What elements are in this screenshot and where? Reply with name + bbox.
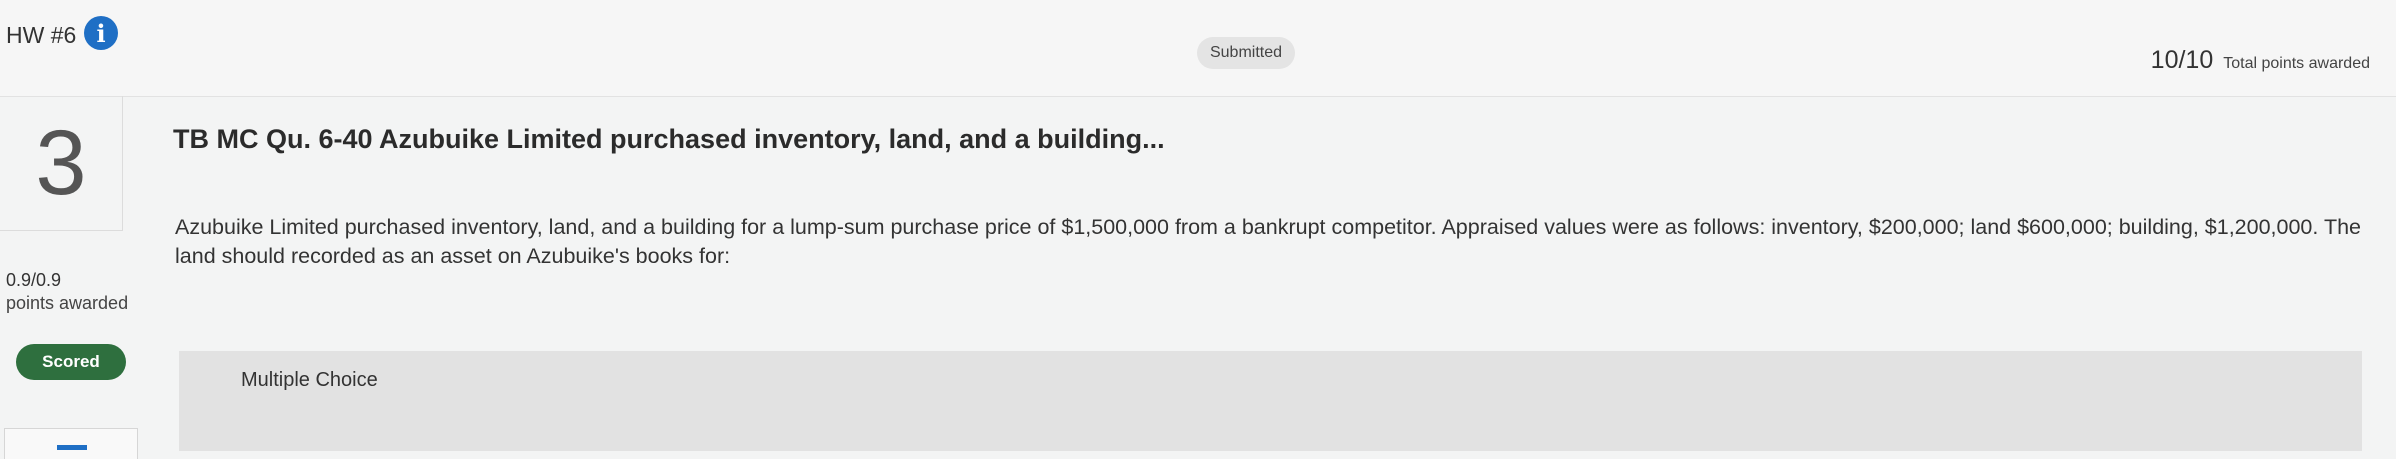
question-number: 3 bbox=[0, 96, 123, 231]
question-points: 0.9/0.9 points awarded bbox=[6, 270, 128, 314]
info-icon[interactable]: i bbox=[84, 16, 118, 50]
answer-type-label: Multiple Choice bbox=[241, 369, 378, 391]
status-badge: Submitted bbox=[1197, 37, 1295, 69]
question-title: TB MC Qu. 6-40 Azubuike Limited purchase… bbox=[173, 124, 1165, 154]
scored-badge: Scored bbox=[16, 344, 126, 380]
total-points-value: 10/10 bbox=[2150, 46, 2214, 74]
total-points: 10/10 Total points awarded bbox=[2151, 46, 2370, 75]
points-label: points awarded bbox=[6, 293, 129, 313]
assignment-title: HW #6 bbox=[6, 22, 77, 48]
answer-panel: Multiple Choice bbox=[179, 351, 2362, 451]
question-nav-tab[interactable] bbox=[4, 428, 138, 459]
tab-indicator bbox=[57, 445, 87, 450]
points-value: 0.9/0.9 bbox=[6, 270, 62, 290]
assignment-header: HW #6 i Submitted 10/10 Total points awa… bbox=[0, 0, 2396, 97]
total-points-label: Total points awarded bbox=[2223, 55, 2370, 72]
question-body: Azubuike Limited purchased inventory, la… bbox=[175, 215, 2361, 268]
